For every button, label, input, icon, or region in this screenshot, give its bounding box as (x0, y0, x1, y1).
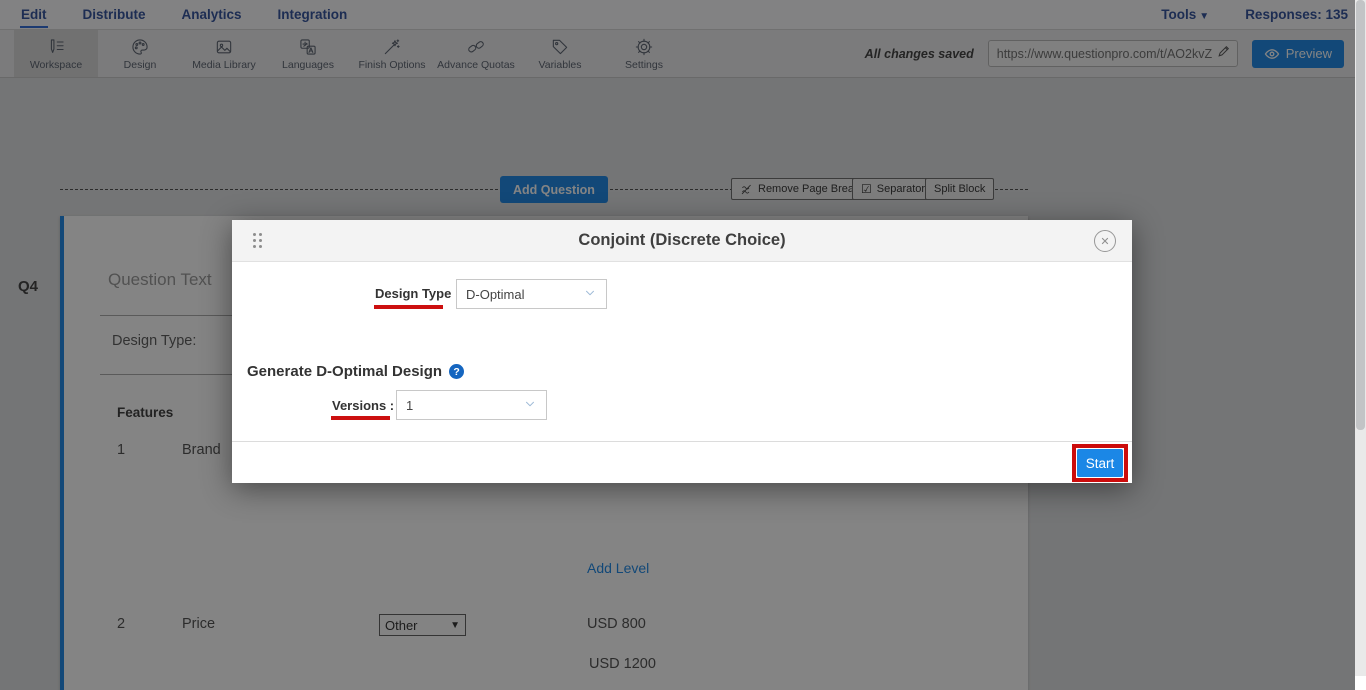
start-button[interactable]: Start (1077, 449, 1123, 477)
start-button-highlight: Start (1072, 444, 1128, 482)
modal-header: Conjoint (Discrete Choice) ✕ (232, 220, 1132, 262)
modal-title: Conjoint (Discrete Choice) (232, 231, 1132, 250)
scrollbar-thumb[interactable] (1356, 0, 1365, 430)
versions-value: 1 (406, 398, 413, 413)
design-type-dropdown[interactable]: D-Optimal (456, 279, 607, 309)
conjoint-modal: Conjoint (Discrete Choice) ✕ Design Type… (232, 220, 1132, 483)
design-type-red-underline (374, 305, 443, 309)
close-icon[interactable]: ✕ (1094, 230, 1116, 252)
generate-design-label: Generate D-Optimal Design (247, 363, 442, 380)
scrollbar-corner (1355, 676, 1366, 690)
versions-red-underline (331, 416, 390, 420)
versions-label: Versions : (332, 398, 394, 413)
modal-design-type-label: Design Type (375, 286, 451, 301)
design-type-value: D-Optimal (466, 287, 525, 302)
versions-dropdown[interactable]: 1 (396, 390, 547, 420)
help-icon[interactable]: ? (449, 364, 464, 379)
chevron-down-icon (523, 397, 537, 414)
questionpro-survey-editor: Edit Distribute Analytics Integration To… (0, 0, 1366, 690)
chevron-down-icon (583, 286, 597, 303)
modal-footer-divider (232, 441, 1132, 442)
scrollbar[interactable] (1355, 0, 1366, 690)
